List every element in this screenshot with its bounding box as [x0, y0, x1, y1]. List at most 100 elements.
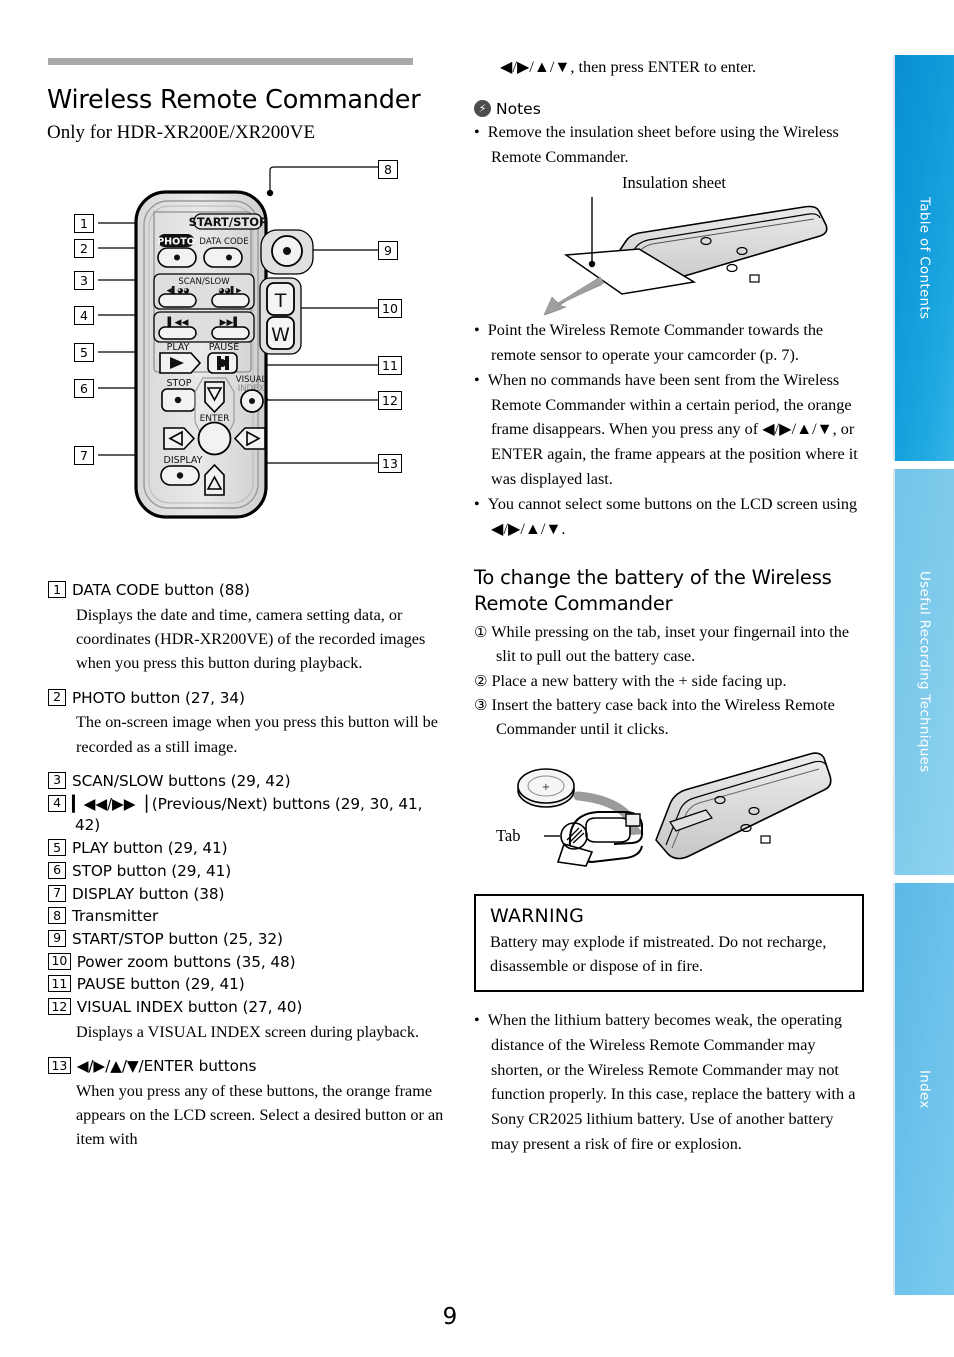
list-item: Remove the insulation sheet before using…: [474, 120, 864, 170]
item-number: 12: [48, 998, 71, 1016]
item-number: 5: [48, 839, 66, 857]
svg-text:◀▌◕◕: ◀▌◕◕: [167, 286, 190, 295]
item-title: PHOTO button (27, 34): [72, 688, 245, 707]
callout-7: 7: [74, 446, 94, 465]
callout-2: 2: [74, 239, 94, 258]
warning-body: Battery may explode if mistreated. Do no…: [490, 932, 827, 975]
callout-9: 9: [378, 241, 398, 260]
right-column: ◀/▶/▲/▼, then press ENTER to enter. Note…: [474, 55, 864, 1157]
callout-13: 13: [378, 454, 402, 473]
side-tab-bar: Table of Contents Useful Recording Techn…: [893, 55, 954, 1295]
sidebar-tab-label: Useful Recording Techniques: [916, 571, 933, 773]
callout-10: 10: [378, 299, 402, 318]
list-item: 13 ◀/▶/▲/▼/ENTER buttons When you press a…: [48, 1056, 448, 1152]
item-number: 7: [48, 884, 66, 902]
sidebar-tab-useful-recording-techniques[interactable]: Useful Recording Techniques: [893, 469, 954, 875]
battery-replacement-figure: + Tab: [474, 748, 864, 880]
tab-divider: [893, 875, 954, 881]
item-title: DATA CODE button (88): [72, 581, 250, 599]
list-item: ③ Insert the battery case back into the …: [474, 693, 864, 742]
wireless-remote-commander-diagram: START/STOP PHOTO DATA CODE SCAN/SLOW ◀▌◕…: [48, 160, 448, 570]
battery-illustration: +: [517, 751, 832, 867]
notes-list: Remove the insulation sheet before using…: [474, 120, 864, 170]
svg-text:◕◕▌▶: ◕◕▌▶: [219, 286, 243, 295]
item-title: START/STOP button (25, 32): [72, 929, 283, 948]
button-reference-list: 1 DATA CODE button (88) Displays the date…: [48, 580, 448, 1153]
item-body: Displays the date and time, camera setti…: [76, 605, 426, 673]
callout-5: 5: [74, 343, 94, 362]
item-number: 11: [48, 975, 71, 993]
list-item: ② Place a new battery with the + side fa…: [474, 669, 864, 693]
sidebar-tab-index[interactable]: Index: [893, 883, 954, 1295]
item-body: The on-screen image when you press this …: [76, 713, 438, 756]
callout-6: 6: [74, 379, 94, 398]
svg-text:SCAN/SLOW: SCAN/SLOW: [178, 277, 230, 287]
step-text: Place a new battery with the + side faci…: [491, 671, 787, 690]
item-title: SCAN/SLOW buttons (29, 42): [72, 771, 291, 790]
page-number: 9: [442, 1304, 458, 1330]
item-body: When you press any of these buttons, the…: [76, 1081, 444, 1149]
tab-label: Tab: [496, 825, 521, 845]
callout-4: 4: [74, 306, 94, 325]
item-title: DISPLAY button (38): [72, 884, 225, 903]
svg-text:▶▶▌: ▶▶▌: [220, 316, 241, 328]
svg-text:W: W: [271, 324, 290, 346]
list-item: 2 PHOTO button (27, 34) The on-screen ima…: [48, 688, 448, 759]
list-item: 3 SCAN/SLOW buttons (29, 42): [48, 771, 448, 793]
callout-8: 8: [378, 160, 398, 179]
item-title: Transmitter: [72, 907, 159, 926]
item-number: 10: [48, 952, 71, 970]
item-number: 4: [48, 794, 66, 812]
svg-text:T: T: [274, 290, 287, 312]
sidebar-tab-table-of-contents[interactable]: Table of Contents: [893, 55, 954, 461]
sidebar-tab-label: Index: [916, 1069, 933, 1109]
svg-text:DATA CODE: DATA CODE: [199, 237, 248, 247]
list-item: 4 ▎◀◀/▶▶▕ (Previous/Next) buttons (29, 30…: [48, 794, 448, 837]
svg-text:PHOTO: PHOTO: [157, 237, 195, 248]
item-number: 3: [48, 771, 66, 789]
item-number: 8: [48, 907, 66, 925]
step-marker: ②: [474, 671, 488, 690]
final-notes-list: When the lithium battery becomes weak, t…: [474, 1008, 864, 1157]
page-subtitle: Only for HDR-XR200E/XR200VE: [47, 122, 316, 143]
list-item: You cannot select some buttons on the LC…: [474, 492, 864, 542]
list-item: When no commands have been sent from the…: [474, 368, 864, 492]
notes-heading: Notes: [474, 100, 864, 118]
list-item: 1 DATA CODE button (88) Displays the date…: [48, 580, 448, 676]
list-item: 9 START/STOP button (25, 32): [48, 929, 448, 951]
battery-section-heading: To change the battery of the Wireless Re…: [474, 566, 832, 615]
svg-text:+: +: [542, 782, 550, 793]
list-item: Point the Wireless Remote Commander towa…: [474, 318, 864, 368]
svg-text:DISPLAY: DISPLAY: [164, 455, 203, 466]
item-number: 1: [48, 581, 66, 598]
item-title: PLAY button (29, 41): [72, 839, 228, 858]
warning-title: WARNING: [490, 904, 585, 927]
step-marker: ③: [474, 695, 488, 714]
item-number: 6: [48, 861, 66, 879]
item-body: Displays a VISUAL INDEX screen during pl…: [76, 1022, 420, 1041]
tab-divider: [893, 461, 954, 467]
item-title: ▎◀◀/▶▶▕ (Previous/Next) buttons (29, 30,…: [72, 794, 423, 835]
item-title: ◀/▶/▲/▼/ENTER buttons: [76, 1057, 257, 1076]
list-item: 12 VISUAL INDEX button (27, 40) Displays …: [48, 997, 448, 1044]
item-title: VISUAL INDEX button (27, 40): [76, 998, 303, 1017]
item-number: 13: [48, 1057, 71, 1075]
list-item: 8 Transmitter: [48, 906, 448, 928]
step-text: Insert the battery case back into the Wi…: [491, 695, 835, 739]
svg-text:STOP: STOP: [166, 378, 191, 389]
warning-box: WARNING Battery may explode if mistreate…: [474, 893, 864, 993]
list-item: 11 PAUSE button (29, 41): [48, 974, 448, 996]
item-title: STOP button (29, 41): [72, 861, 232, 880]
insulation-sheet-figure: Insulation sheet: [474, 173, 864, 318]
notes-icon: [474, 100, 491, 118]
step-marker: ①: [474, 623, 488, 642]
continuation-text: ◀/▶/▲/▼, then press ENTER to enter.: [500, 58, 757, 76]
battery-steps-list: ① While pressing on the tab, inset your …: [474, 620, 864, 741]
svg-text:PLAY: PLAY: [167, 342, 190, 353]
list-item: 5 PLAY button (29, 41): [48, 838, 448, 860]
callout-3: 3: [74, 271, 94, 290]
list-item: 6 STOP button (29, 41): [48, 861, 448, 883]
list-item: 7 DISPLAY button (38): [48, 884, 448, 906]
operation-notes-list: Point the Wireless Remote Commander towa…: [474, 318, 864, 541]
callout-12: 12: [378, 391, 402, 410]
